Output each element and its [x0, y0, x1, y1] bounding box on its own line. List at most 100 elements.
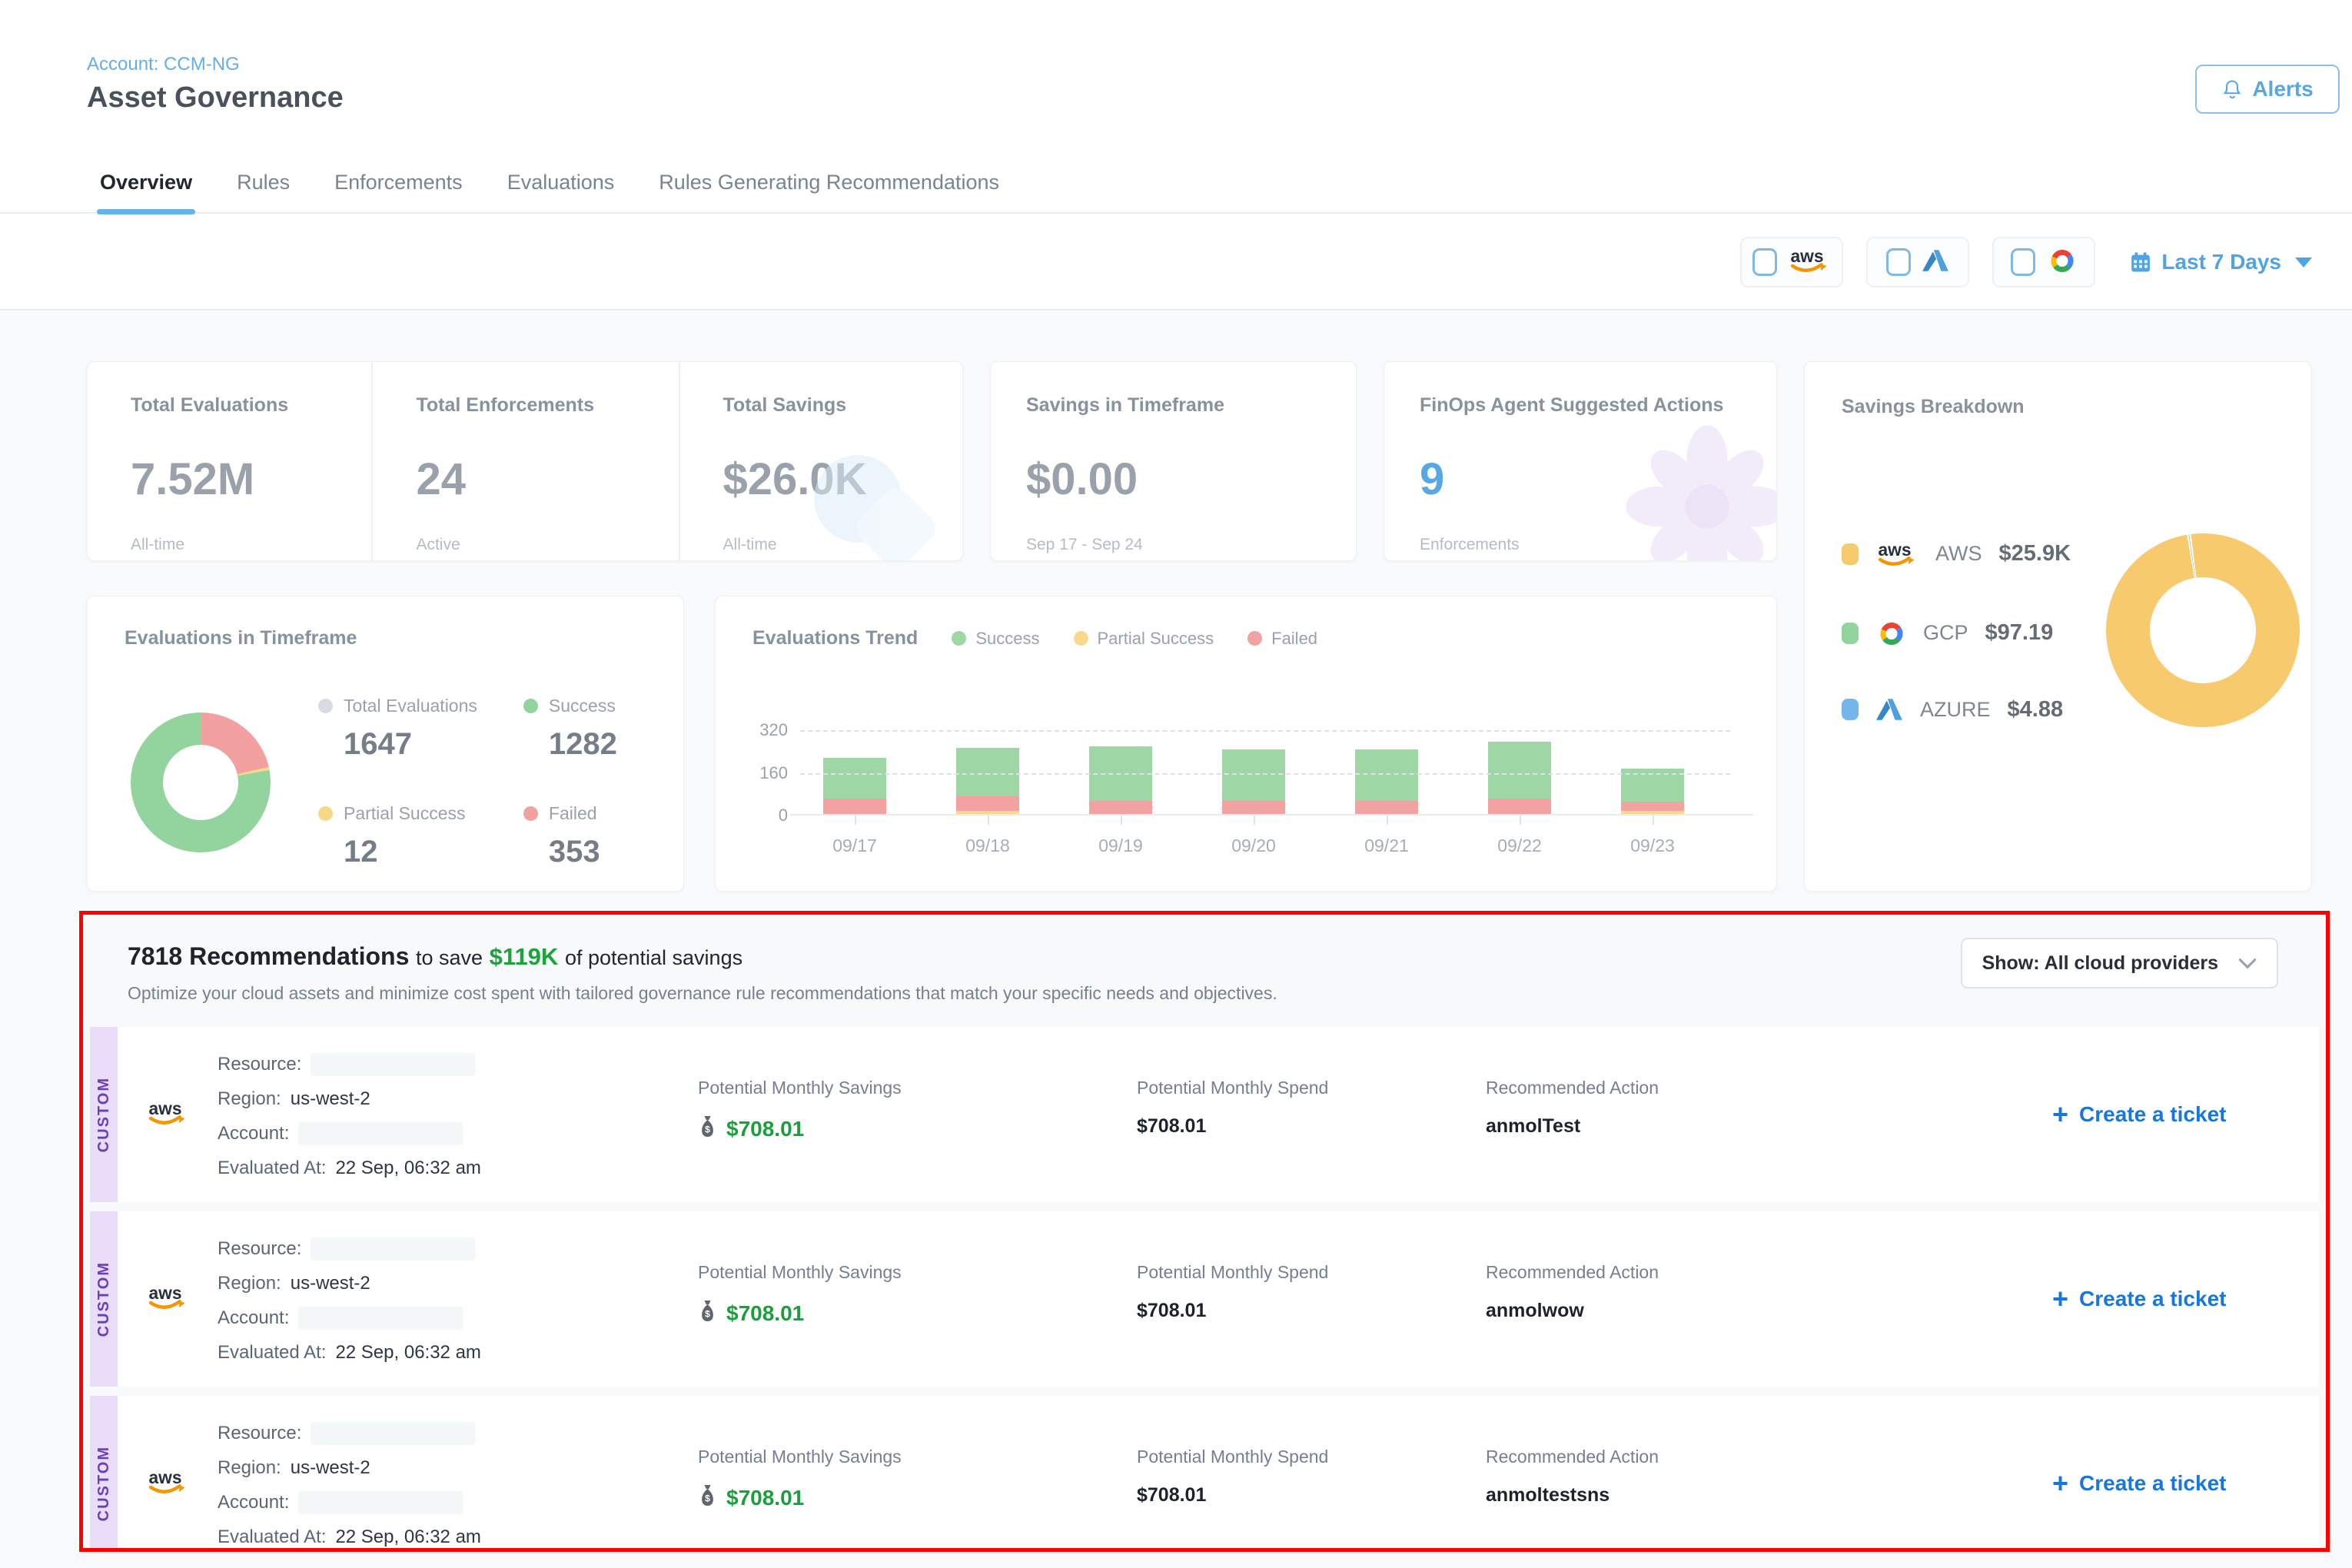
gridline: [800, 773, 1730, 775]
aws-logo-icon: aws: [146, 1098, 189, 1128]
trend-legend: Success Partial Success Failed: [952, 629, 1317, 649]
y-axis-tick: 0: [779, 806, 788, 826]
aws-logo-icon: aws: [146, 1282, 189, 1313]
stat-caption: Sep 17 - Sep 24: [1026, 536, 1356, 554]
bar-segment-failed: [956, 796, 1019, 811]
stat-title: Total Enforcements: [416, 394, 678, 417]
trend-bar-09-18: [956, 706, 1019, 814]
card-title: FinOps Agent Suggested Actions: [1420, 394, 1776, 417]
legend-dot: [523, 806, 538, 821]
resource-details: Resource: Region:us-west-2 Account: Eval…: [218, 1396, 698, 1552]
create-ticket-button[interactable]: + Create a ticket: [2052, 1101, 2226, 1128]
cloud-provider-filter-dropdown[interactable]: Show: All cloud providers: [1961, 938, 2278, 988]
redacted-resource-value: [311, 1053, 476, 1076]
savings-legend-aws: aws AWS$25.9K: [1842, 539, 2071, 570]
provider-savings-value: $25.9K: [1999, 541, 2071, 566]
provider-filter-gcp[interactable]: [1992, 237, 2095, 287]
spend-value: $708.01: [1137, 1484, 1486, 1507]
recommendations-count: 7818 Recommendations: [128, 942, 409, 970]
y-axis-tick: 320: [759, 720, 788, 740]
action-value: anmolwow: [1486, 1300, 2052, 1322]
tab-rules[interactable]: Rules: [237, 152, 290, 212]
provider-logo-cell: aws: [118, 1211, 218, 1387]
azure-logo-icon: [1922, 248, 1949, 273]
potential-monthly-spend: Potential Monthly Spend $708.01: [1137, 1027, 1486, 1202]
x-axis-label: 09/23: [1621, 835, 1684, 856]
action-value: anmolTest: [1486, 1115, 2052, 1138]
stat-title: Total Evaluations: [131, 394, 371, 417]
evaluations-legend-item: Total Evaluations 1647: [318, 696, 477, 762]
redacted-account-value: [298, 1122, 463, 1145]
tab-overview[interactable]: Overview: [100, 152, 192, 212]
gcp-logo-icon: [2046, 247, 2077, 274]
create-ticket-button[interactable]: + Create a ticket: [2052, 1285, 2226, 1313]
card-title: Savings Breakdown: [1842, 396, 2310, 418]
azure-checkbox[interactable]: [1886, 248, 1911, 276]
date-range-label: Last 7 Days: [2161, 250, 2281, 274]
tab-evaluations[interactable]: Evaluations: [507, 152, 615, 212]
savings-watermark: [802, 437, 948, 561]
svg-text:aws: aws: [149, 1467, 182, 1487]
svg-text:$: $: [705, 1308, 710, 1319]
x-axis-label: 09/17: [823, 835, 886, 856]
alerts-button[interactable]: Alerts: [2195, 65, 2340, 114]
plus-icon: +: [2052, 1470, 2068, 1497]
finops-agent-card: FinOps Agent Suggested Actions 9 Enforce…: [1384, 361, 1777, 561]
redacted-account-value: [298, 1307, 463, 1330]
total-evaluations-stat: Total Evaluations 7.52M All-time: [88, 362, 371, 560]
recommended-action: Recommended Action anmolwow: [1486, 1211, 2052, 1387]
recommendation-row: CUSTOM aws Resource: Region:us-west-2 Ac…: [90, 1396, 2319, 1552]
stat-value: 24: [416, 453, 678, 505]
tab-enforcements[interactable]: Enforcements: [334, 152, 463, 212]
legend-label: Failed: [549, 803, 597, 824]
potential-monthly-spend: Potential Monthly Spend $708.01: [1137, 1396, 1486, 1552]
evaluations-legend-item: Partial Success 12: [318, 803, 477, 869]
account-breadcrumb-link[interactable]: Account: CCM-NG: [87, 54, 240, 75]
tab-rules-generating-recommendations[interactable]: Rules Generating Recommendations: [659, 152, 999, 212]
legend-value: 1282: [549, 727, 683, 762]
date-range-picker[interactable]: Last 7 Days: [2129, 250, 2312, 274]
legend-label: Success: [549, 696, 616, 716]
aws-checkbox[interactable]: [1752, 248, 1777, 276]
trend-legend-item: Failed: [1247, 629, 1317, 649]
redacted-resource-value: [311, 1422, 476, 1445]
card-title: Evaluations Trend: [752, 627, 918, 649]
flower-watermark: [1623, 422, 1777, 561]
recommended-action: Recommended Action anmolTest: [1486, 1027, 2052, 1202]
resource-details: Resource: Region:us-west-2 Account: Eval…: [218, 1027, 698, 1202]
azure-logo-icon: [1875, 697, 1903, 722]
create-ticket-button[interactable]: + Create a ticket: [2052, 1470, 2226, 1497]
evaluated-at-value: 22 Sep, 06:32 am: [335, 1342, 480, 1364]
evaluations-legend-item: Success 1282: [523, 696, 683, 762]
heading-tail: of potential savings: [565, 946, 742, 969]
bar-segment-success: [1488, 742, 1551, 799]
x-axis-label: 09/20: [1222, 835, 1285, 856]
provider-savings-value: $4.88: [2008, 697, 2064, 723]
legend-label: Failed: [1271, 629, 1317, 649]
potential-monthly-savings: Potential Monthly Savings $ $708.01: [698, 1396, 1137, 1552]
gcp-checkbox[interactable]: [2011, 248, 2035, 276]
total-enforcements-stat: Total Enforcements 24 Active: [371, 362, 678, 560]
money-bag-icon: $: [698, 1115, 717, 1138]
svg-text:aws: aws: [149, 1282, 182, 1302]
bar-segment-failed: [1089, 801, 1152, 814]
dropdown-label: Show: All cloud providers: [1982, 952, 2218, 975]
x-axis: [789, 814, 1753, 816]
svg-text:$: $: [705, 1493, 710, 1503]
provider-filter-azure[interactable]: [1866, 237, 1969, 287]
spend-value: $708.01: [1137, 1115, 1486, 1138]
trend-bar-09-21: [1355, 706, 1418, 814]
aws-logo-icon: aws: [146, 1467, 189, 1497]
recommendation-row: CUSTOM aws Resource: Region:us-west-2 Ac…: [90, 1027, 2319, 1202]
gcp-logo-slot: [2046, 247, 2077, 277]
action-value: anmoltestsns: [1486, 1484, 2052, 1507]
spend-value: $708.01: [1137, 1300, 1486, 1322]
provider-filter-aws[interactable]: aws: [1740, 237, 1843, 287]
plus-icon: +: [2052, 1101, 2068, 1128]
custom-badge: CUSTOM: [90, 1211, 118, 1387]
bar-segment-failed: [1355, 801, 1418, 814]
calendar-icon: [2129, 251, 2152, 274]
evaluated-at-value: 22 Sep, 06:32 am: [335, 1526, 480, 1548]
provider-name: AZURE: [1920, 698, 1991, 722]
x-axis-label: 09/22: [1488, 835, 1551, 856]
